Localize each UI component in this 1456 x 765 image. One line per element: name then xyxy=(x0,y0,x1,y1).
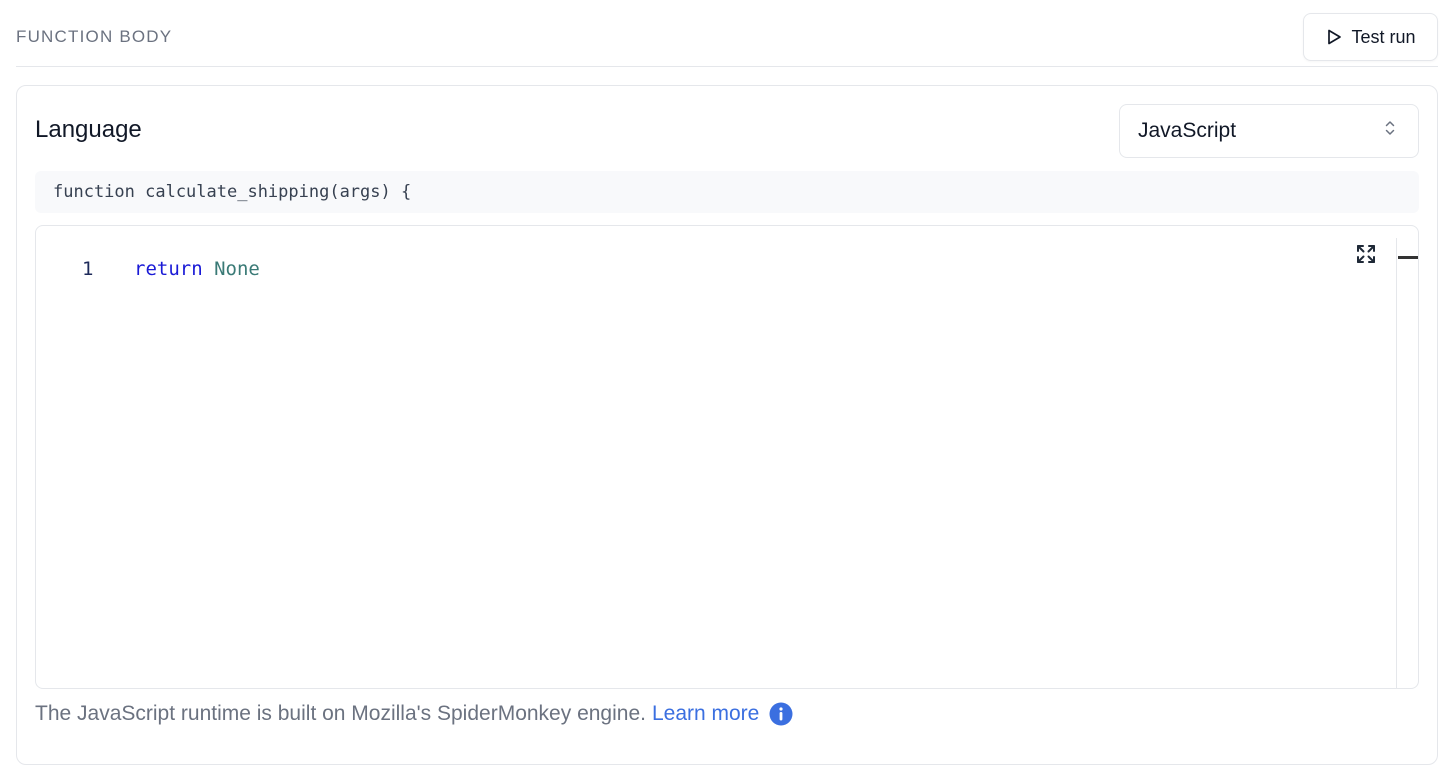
expand-button[interactable] xyxy=(1354,244,1378,268)
learn-more-link[interactable]: Learn more xyxy=(652,702,759,726)
code-content: return None xyxy=(134,258,260,280)
line-number: 1 xyxy=(82,258,94,280)
chevron-up-down-icon xyxy=(1384,119,1396,143)
language-select[interactable]: JavaScript xyxy=(1119,104,1419,158)
code-editor[interactable]: 1 return None xyxy=(35,225,1419,689)
editor-scrollbar[interactable] xyxy=(1396,238,1418,688)
function-signature: function calculate_shipping(args) { xyxy=(35,171,1419,213)
function-body-card: Language JavaScript function calculate_s… xyxy=(16,85,1438,765)
language-label: Language xyxy=(35,116,142,143)
section-title: FUNCTION BODY xyxy=(16,27,173,46)
code-constant: None xyxy=(214,258,260,280)
code-line[interactable]: 1 return None xyxy=(36,258,1418,284)
info-icon[interactable] xyxy=(769,702,793,726)
play-icon xyxy=(1325,28,1343,46)
test-run-button[interactable]: Test run xyxy=(1303,13,1438,61)
function-body-header: FUNCTION BODY Test run xyxy=(16,0,1438,67)
runtime-note-text: The JavaScript runtime is built on Mozil… xyxy=(35,702,646,725)
test-run-label: Test run xyxy=(1351,26,1416,47)
runtime-note: The JavaScript runtime is built on Mozil… xyxy=(35,702,793,726)
scrollbar-thumb[interactable] xyxy=(1398,256,1418,259)
code-keyword: return xyxy=(134,258,203,280)
language-select-value: JavaScript xyxy=(1138,119,1237,142)
expand-icon xyxy=(1356,244,1376,269)
